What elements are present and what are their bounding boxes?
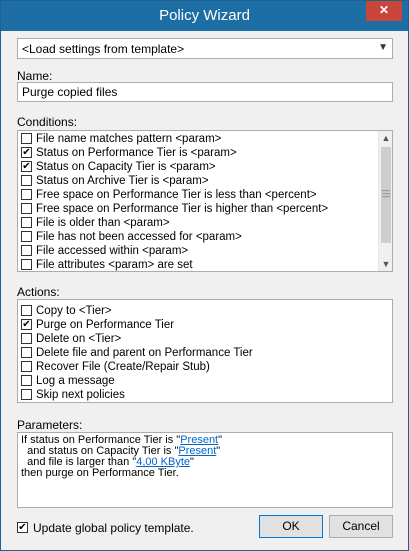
actions-item[interactable]: Copy to <Tier> [18, 304, 392, 318]
actions-checkbox[interactable] [21, 333, 32, 344]
name-input[interactable] [18, 83, 392, 101]
conditions-label: File attributes <param> are set [36, 259, 193, 271]
close-icon: ✕ [378, 3, 390, 17]
conditions-list[interactable]: ▲ — — — ▼ File name matches pattern <param… [17, 130, 393, 272]
parameters-box: If status on Performance Tier is "Presen… [17, 432, 393, 508]
actions-label: Delete on <Tier> [36, 333, 122, 345]
title-bar[interactable]: Policy Wizard ✕ [1, 1, 408, 31]
conditions-item[interactable]: File name matches pattern <param> [18, 132, 392, 146]
actions-label: Log a message [36, 375, 115, 387]
param-text: " [216, 445, 221, 457]
actions-label: Recover File (Create/Repair Stub) [36, 361, 210, 373]
actions-label: Purge on Performance Tier [36, 319, 175, 331]
template-dropdown[interactable]: <Load settings from template> ▼ [17, 38, 393, 59]
conditions-item[interactable]: Free space on Performance Tier is less t… [18, 188, 392, 202]
conditions-label: Status on Performance Tier is <param> [36, 147, 237, 159]
cancel-button[interactable]: Cancel [329, 515, 393, 538]
conditions-checkbox[interactable] [21, 175, 32, 186]
conditions-label: File is older than <param> [36, 217, 170, 229]
conditions-item[interactable]: Status on Archive Tier is <param> [18, 174, 392, 188]
actions-item[interactable]: Recover File (Create/Repair Stub) [18, 360, 392, 374]
conditions-checkbox[interactable]: ✔ [21, 147, 32, 158]
actions-item[interactable]: Delete file and parent on Performance Ti… [18, 346, 392, 360]
policy-wizard-window: Policy Wizard ✕ <Load settings from temp… [0, 0, 409, 551]
conditions-checkbox[interactable] [21, 259, 32, 270]
param-text: " [190, 456, 194, 468]
update-template-label: Update global policy template. [33, 521, 194, 535]
actions-label: Delete file and parent on Performance Ti… [36, 347, 253, 359]
actions-list[interactable]: Copy to <Tier> ✔ Purge on Performance Tier… [17, 299, 393, 403]
window-title: Policy Wizard [159, 7, 250, 24]
conditions-item[interactable]: ✔ Status on Performance Tier is <param> [18, 146, 392, 160]
close-button[interactable]: ✕ [366, 1, 402, 21]
actions-item[interactable]: ✔ Purge on Performance Tier [18, 318, 392, 332]
param-line-4: then purge on Performance Tier. [21, 467, 179, 479]
actions-checkbox[interactable] [21, 389, 32, 400]
actions-checkbox[interactable] [21, 375, 32, 386]
conditions-item[interactable]: Free space on Performance Tier is higher… [18, 202, 392, 216]
conditions-item[interactable]: File has not been accessed for <param> [18, 230, 392, 244]
conditions-label: Status on Capacity Tier is <param> [36, 161, 216, 173]
template-dropdown-value: <Load settings from template> [22, 42, 185, 56]
conditions-checkbox[interactable] [21, 231, 32, 242]
conditions-label: File name matches pattern <param> [36, 133, 222, 145]
conditions-item[interactable]: File is older than <param> [18, 216, 392, 230]
conditions-checkbox[interactable] [21, 245, 32, 256]
conditions-label: File accessed within <param> [36, 245, 189, 257]
conditions-checkbox[interactable] [21, 203, 32, 214]
actions-item[interactable]: Skip next policies [18, 388, 392, 402]
conditions-checkbox[interactable]: ✔ [21, 161, 32, 172]
conditions-label: Conditions: [17, 115, 78, 129]
chevron-down-icon: ▼ [378, 42, 388, 53]
conditions-label: Free space on Performance Tier is higher… [36, 203, 329, 215]
dialog-content: <Load settings from template> ▼ Name: Co… [7, 31, 403, 546]
update-template-checkbox[interactable]: ✔ [17, 522, 28, 533]
actions-checkbox[interactable]: ✔ [21, 319, 32, 330]
actions-label: Actions: [17, 285, 60, 299]
conditions-item[interactable]: File accessed within <param> [18, 244, 392, 258]
actions-checkbox[interactable] [21, 361, 32, 372]
parameters-label: Parameters: [17, 418, 83, 432]
actions-label: Copy to <Tier> [36, 305, 112, 317]
conditions-item[interactable]: ✔ Status on Capacity Tier is <param> [18, 160, 392, 174]
actions-checkbox[interactable] [21, 305, 32, 316]
conditions-checkbox[interactable] [21, 189, 32, 200]
actions-checkbox[interactable] [21, 347, 32, 358]
conditions-label: Free space on Performance Tier is less t… [36, 189, 317, 201]
name-label: Name: [17, 69, 53, 83]
conditions-checkbox[interactable] [21, 133, 32, 144]
actions-label: Skip next policies [36, 389, 125, 401]
conditions-item[interactable]: File attributes <param> are set [18, 258, 392, 271]
conditions-checkbox[interactable] [21, 217, 32, 228]
name-field[interactable] [17, 82, 393, 102]
conditions-label: File has not been accessed for <param> [36, 231, 242, 243]
ok-button[interactable]: OK [259, 515, 323, 538]
actions-item[interactable]: Log a message [18, 374, 392, 388]
actions-item[interactable]: Delete on <Tier> [18, 332, 392, 346]
conditions-label: Status on Archive Tier is <param> [36, 175, 209, 187]
